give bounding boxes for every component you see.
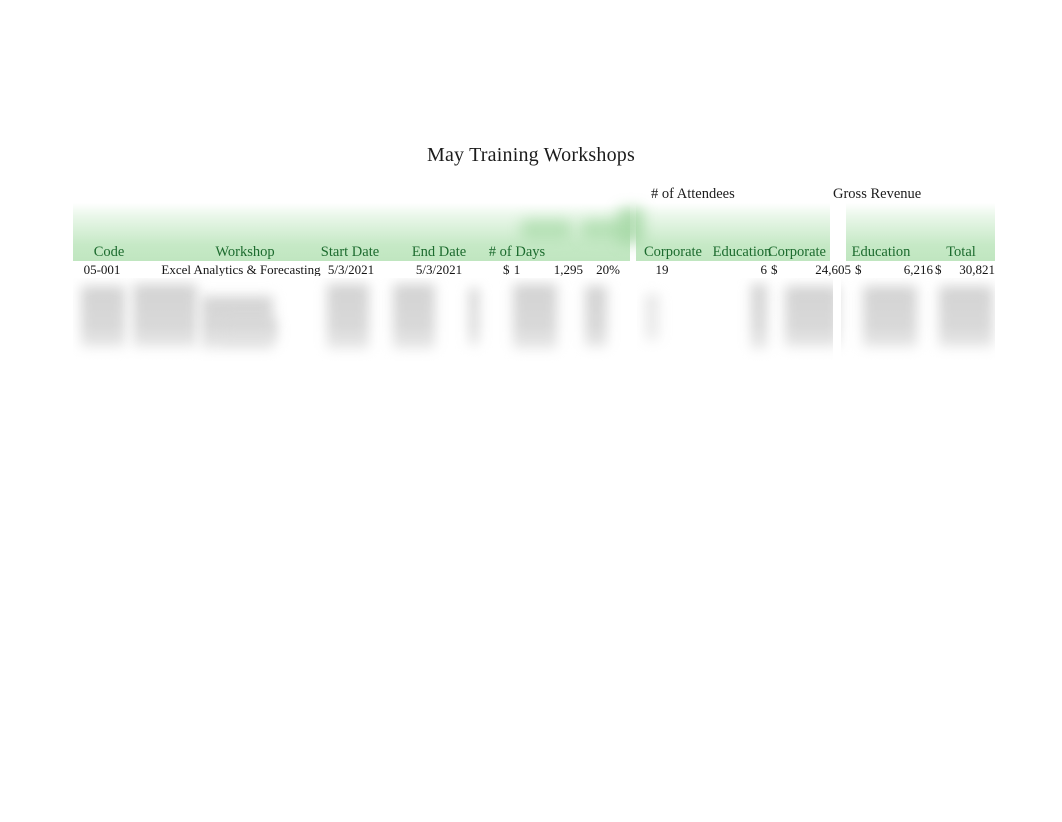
group-header-gross-revenue: Gross Revenue	[833, 186, 922, 202]
cell-price: 1,295	[553, 262, 583, 276]
page-title: May Training Workshops	[426, 144, 635, 166]
obscured-price-header	[521, 220, 571, 240]
column-header-number-of-days[interactable]: # of Days	[469, 244, 565, 261]
column-header-revenue-corporate[interactable]: Corporate	[761, 244, 833, 261]
column-header-revenue-total[interactable]: Total	[928, 244, 994, 261]
obscured-band-edge	[618, 208, 644, 244]
obscured-table-rows[interactable]	[73, 278, 995, 384]
column-gutter-left	[629, 278, 637, 384]
column-header-revenue-education[interactable]: Education	[841, 244, 921, 261]
workshop-table: # of Attendees Gross Revenue Code Worksh…	[73, 186, 995, 384]
table-row[interactable]: 05-001 Excel Analytics & Forecasting 5/3…	[73, 262, 995, 276]
cell-revenue-corporate: 24,605	[815, 262, 851, 276]
column-header-start-date[interactable]: Start Date	[303, 244, 397, 261]
column-gutter-right	[833, 278, 841, 384]
cell-discount: 20%	[596, 262, 620, 276]
cell-start-date: 5/3/2021	[327, 262, 375, 276]
cell-attendees-education: 6	[760, 262, 768, 276]
cell-revenue-total: 30,821	[959, 262, 995, 276]
column-header-attendees-corporate[interactable]: Corporate	[640, 244, 706, 261]
column-header-code[interactable]: Code	[79, 244, 139, 261]
cell-attendees-corporate: 19	[655, 262, 669, 276]
group-header-attendees: # of Attendees	[651, 186, 735, 202]
